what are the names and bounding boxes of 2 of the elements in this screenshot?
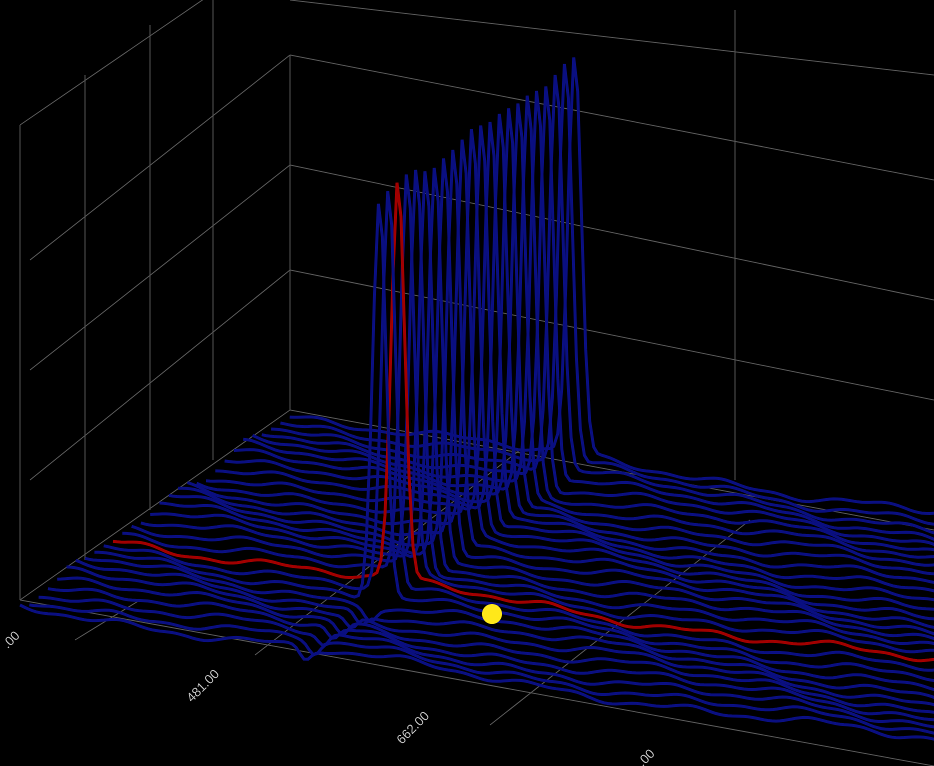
cursor-marker[interactable] — [482, 604, 502, 624]
axis-tick-label: .00 — [0, 626, 24, 654]
